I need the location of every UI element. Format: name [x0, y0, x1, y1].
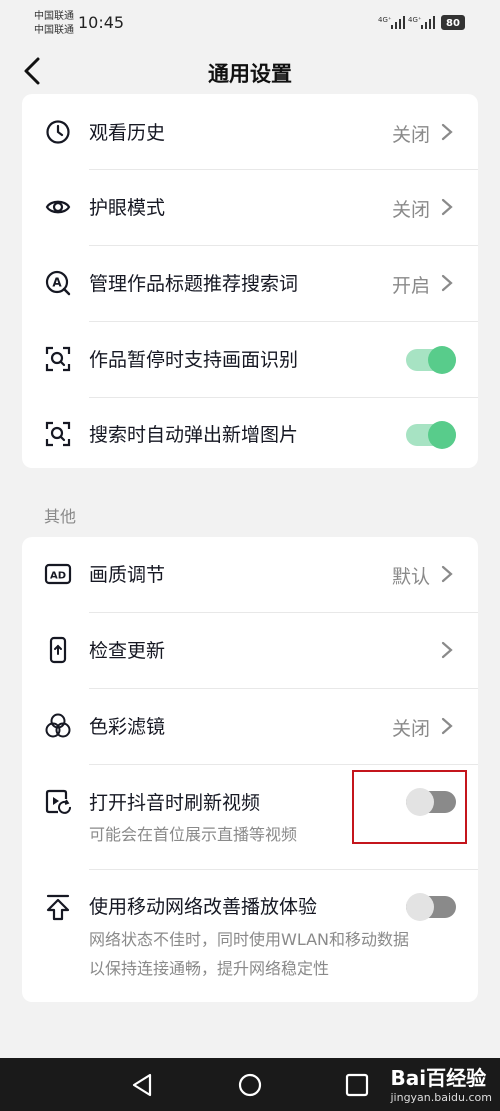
- battery-icon: 80: [441, 15, 465, 30]
- back-triangle-icon[interactable]: [130, 1072, 156, 1098]
- watermark-main: Bai百经验: [390, 1066, 487, 1090]
- phone-update-icon: [49, 636, 67, 664]
- row-value: 开启: [391, 275, 430, 297]
- auto-popup-toggle[interactable]: [406, 421, 456, 449]
- chevron-right-icon: [441, 198, 453, 216]
- home-circle-icon[interactable]: [237, 1072, 263, 1098]
- clock-icon: [46, 120, 70, 144]
- row-label: 观看历史: [89, 122, 166, 144]
- row-label: 色彩滤镜: [89, 716, 166, 738]
- recents-square-icon[interactable]: [344, 1072, 370, 1098]
- row-label: 检查更新: [89, 640, 166, 662]
- settings-group-1: 观看历史 关闭 护眼模式 关闭 A 管理作品标题推荐搜索词 开启 作品暂停时支持: [22, 94, 478, 468]
- ad-icon: AD: [44, 563, 72, 585]
- signal-1-label: 4G⁺: [378, 16, 392, 24]
- mobile-network-toggle[interactable]: [406, 893, 456, 921]
- row-color-filter[interactable]: 色彩滤镜 关闭: [22, 689, 478, 764]
- row-label: 使用移动网络改善播放体验: [89, 896, 318, 918]
- row-label: 作品暂停时支持画面识别: [89, 349, 299, 371]
- chevron-right-icon: [441, 717, 453, 735]
- row-auto-popup-images: 搜索时自动弹出新增图片: [22, 398, 478, 468]
- toggle-knob: [428, 421, 456, 449]
- row-video-quality[interactable]: AD 画质调节 默认: [22, 537, 478, 612]
- row-label: 画质调节: [89, 564, 166, 586]
- eye-icon: [45, 200, 71, 214]
- clock: 10:45: [78, 13, 125, 32]
- watermark-sub: jingyan.baidu.com: [390, 1091, 492, 1104]
- scan-search-icon: [45, 346, 71, 372]
- row-subtitle-2: 以保持连接通畅，提升网络稳定性: [89, 959, 330, 978]
- nav-bar: 通用设置: [0, 44, 500, 98]
- signal-2-label: 4G⁺: [408, 16, 422, 24]
- signal-icon: 4G⁺: [408, 16, 435, 29]
- carrier-1: 中国联通: [34, 11, 74, 22]
- toggle-knob: [406, 893, 434, 921]
- row-label: 护眼模式: [89, 197, 166, 219]
- row-label: 管理作品标题推荐搜索词: [89, 273, 299, 295]
- row-title-search-words[interactable]: A 管理作品标题推荐搜索词 开启: [22, 246, 478, 321]
- row-eye-protection[interactable]: 护眼模式 关闭: [22, 170, 478, 245]
- baidu-watermark: Bai百经验 jingyan.baidu.com: [390, 1062, 492, 1104]
- row-watch-history[interactable]: 观看历史 关闭: [22, 94, 478, 170]
- toggle-knob: [428, 346, 456, 374]
- chevron-right-icon: [441, 565, 453, 583]
- row-value: 关闭: [391, 718, 430, 740]
- row-label: 打开抖音时刷新视频: [89, 792, 261, 814]
- row-label: 搜索时自动弹出新增图片: [89, 424, 299, 446]
- chevron-right-icon: [441, 641, 453, 659]
- upload-arrow-icon: [46, 894, 70, 921]
- highlight-box: [352, 770, 467, 844]
- color-filter-icon: [45, 713, 71, 738]
- row-value: 关闭: [391, 124, 430, 146]
- row-mobile-network-boost: 使用移动网络改善播放体验 网络状态不佳时，同时使用WLAN和移动数据 以保持连接…: [22, 870, 478, 1002]
- status-bar: 中国联通 中国联通 10:45 4G⁺ 4G⁺ 80: [0, 0, 500, 44]
- svg-text:AD: AD: [50, 571, 66, 582]
- row-pause-recognition: 作品暂停时支持画面识别: [22, 322, 478, 397]
- chevron-right-icon: [441, 123, 453, 141]
- row-subtitle: 可能会在首位展示直播等视频: [89, 825, 298, 844]
- page-title: 通用设置: [208, 62, 292, 86]
- carrier-labels: 中国联通 中国联通: [34, 10, 74, 38]
- scan-search-icon: [45, 421, 71, 447]
- row-subtitle-1: 网络状态不佳时，同时使用WLAN和移动数据: [89, 930, 410, 949]
- refresh-video-icon: [45, 789, 71, 814]
- battery-level: 80: [446, 18, 460, 29]
- section-title: 其他: [44, 507, 77, 526]
- chevron-right-icon: [441, 274, 453, 292]
- row-value: 关闭: [391, 199, 430, 221]
- signal-icon: 4G⁺: [378, 16, 405, 29]
- search-a-icon: A: [45, 270, 71, 296]
- row-check-update[interactable]: 检查更新: [22, 613, 478, 688]
- pause-recognition-toggle[interactable]: [406, 346, 456, 374]
- row-value: 默认: [391, 566, 430, 588]
- svg-text:A: A: [52, 276, 62, 290]
- carrier-2: 中国联通: [34, 25, 74, 36]
